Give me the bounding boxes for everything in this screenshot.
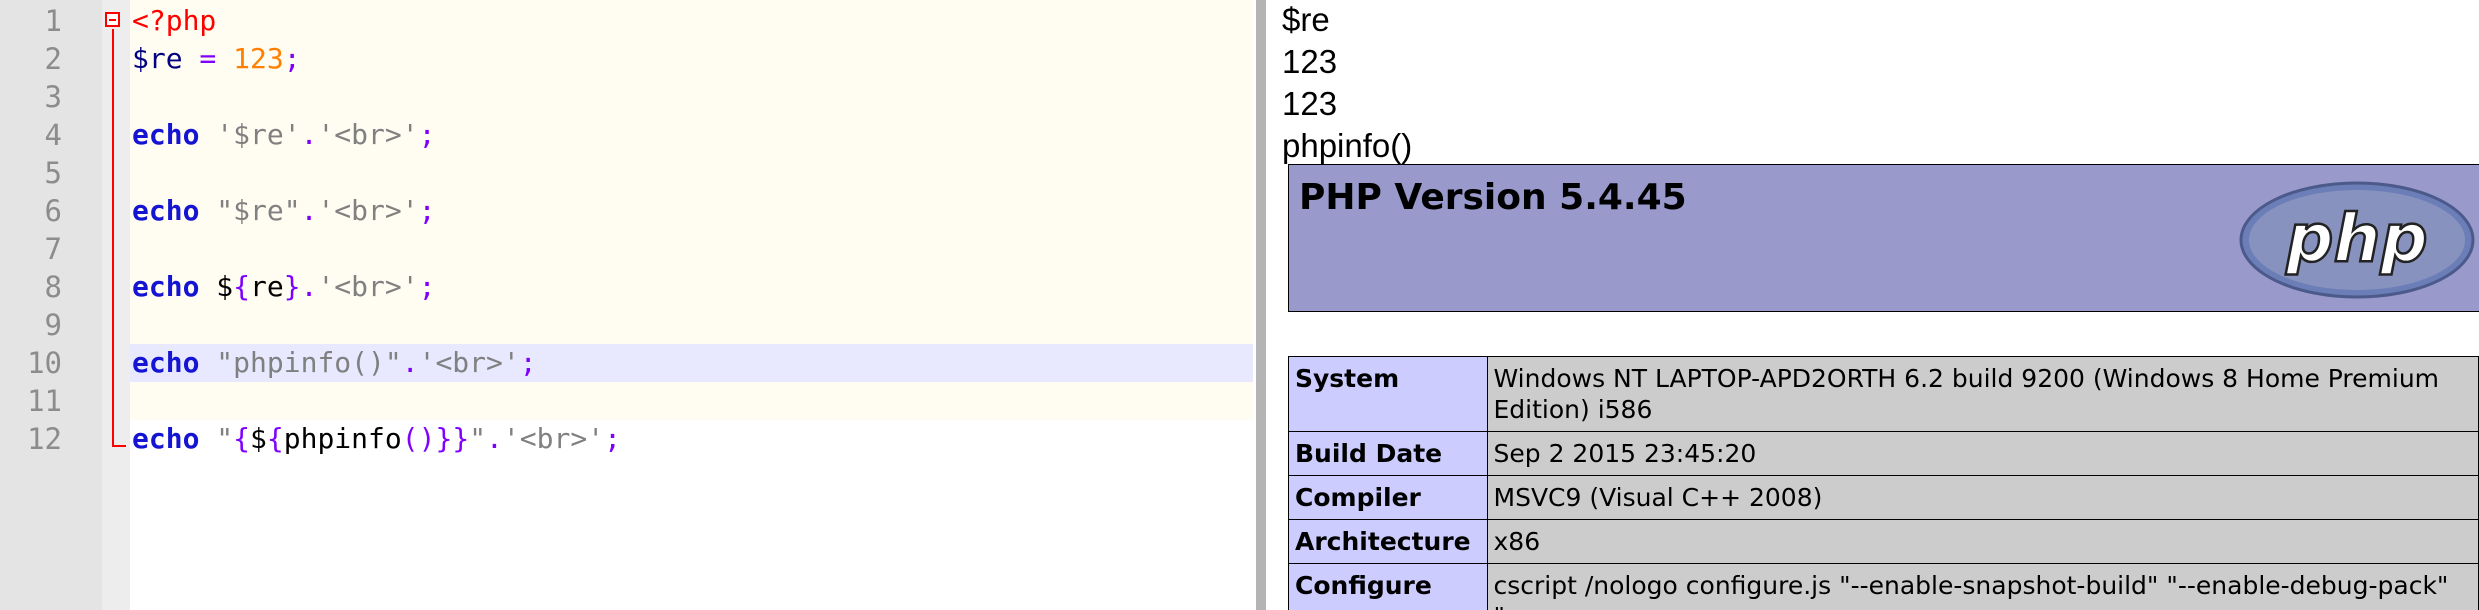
keyword-token: echo xyxy=(132,194,200,227)
semicolon-token: ; xyxy=(604,422,621,455)
code-text: echo "$re".'<br>'; xyxy=(132,192,435,230)
row-key: Configure xyxy=(1288,563,1488,610)
brace-token: } xyxy=(435,422,453,455)
function-token: phpinfo xyxy=(283,422,402,455)
keyword-token: echo xyxy=(132,270,200,303)
semicolon-token: ; xyxy=(283,42,301,75)
code-line[interactable]: 6 echo "$re".'<br>'; xyxy=(0,192,1256,230)
string-token: " xyxy=(469,422,487,455)
line-number: 1 xyxy=(44,4,62,38)
dollar-token: $ xyxy=(250,422,267,455)
pane-splitter[interactable] xyxy=(1256,0,1266,610)
semicolon-token: ; xyxy=(519,346,537,379)
code-editor[interactable]: 1 <?php 2 $re = 123; 3 4 echo '$re'.'<br… xyxy=(0,0,1256,610)
row-value: x86 xyxy=(1486,519,2479,564)
brace-token: { xyxy=(233,422,251,455)
code-line[interactable]: 2 $re = 123; xyxy=(0,40,1256,78)
row-value: cscript /nologo configure.js "--enable-s… xyxy=(1486,563,2479,610)
line-number: 10 xyxy=(27,346,62,380)
line-number: 6 xyxy=(44,194,62,228)
code-line[interactable]: 9 xyxy=(0,306,1256,344)
code-text: echo '$re'.'<br>'; xyxy=(132,116,435,154)
string-token: '<br>' xyxy=(317,118,419,151)
line-number: 8 xyxy=(44,270,62,304)
row-value: Sep 2 2015 23:45:20 xyxy=(1486,431,2479,476)
code-text: echo ${re}.'<br>'; xyxy=(132,268,435,306)
code-line[interactable]: 4 echo '$re'.'<br>'; xyxy=(0,116,1256,154)
row-key: System xyxy=(1288,356,1488,432)
semicolon-token: ; xyxy=(418,270,436,303)
line-number: 4 xyxy=(44,118,62,152)
phpinfo-header: PHP Version 5.4.45 php xyxy=(1288,164,2479,312)
operator-token: . xyxy=(300,194,318,227)
keyword-token: echo xyxy=(132,118,200,151)
line-number: 11 xyxy=(27,384,62,418)
output-line: 123 xyxy=(1282,85,1338,122)
variable-token: $re xyxy=(132,42,183,75)
string-token: "phpinfo()" xyxy=(216,346,402,379)
table-row: Compiler MSVC9 (Visual C++ 2008) xyxy=(1288,475,2479,520)
string-token: '<br>' xyxy=(317,270,419,303)
table-row: System Windows NT LAPTOP-APD2ORTH 6.2 bu… xyxy=(1288,356,2479,432)
brace-token: } xyxy=(452,422,470,455)
row-value: Windows NT LAPTOP-APD2ORTH 6.2 build 920… xyxy=(1486,356,2479,432)
keyword-token: echo xyxy=(132,346,200,379)
table-row: Configure cscript /nologo configure.js "… xyxy=(1288,563,2479,610)
code-text: echo "{${phpinfo()}}".'<br>'; xyxy=(132,420,621,458)
php-version-title: PHP Version 5.4.45 xyxy=(1299,177,1687,218)
brace-token: { xyxy=(233,270,251,303)
php-logo-text: php xyxy=(2285,200,2427,277)
row-value: MSVC9 (Visual C++ 2008) xyxy=(1486,475,2479,520)
brace-token: { xyxy=(266,422,284,455)
string-token: "$re" xyxy=(216,194,301,227)
string-token: '$re' xyxy=(216,118,301,151)
code-line-current[interactable]: 10 echo "phpinfo()".'<br>'; xyxy=(0,344,1256,382)
operator-token: . xyxy=(300,118,318,151)
line-number: 12 xyxy=(27,422,62,456)
line-number: 3 xyxy=(44,80,62,114)
string-token: " xyxy=(216,422,234,455)
operator-token: . xyxy=(401,346,419,379)
line-number: 5 xyxy=(44,156,62,190)
browser-output-pane[interactable]: $re 123 123 phpinfo() PHP Version 5.4.45… xyxy=(1266,0,2479,610)
row-key: Compiler xyxy=(1288,475,1488,520)
code-line[interactable]: 7 xyxy=(0,230,1256,268)
dollar-token: $ xyxy=(216,270,234,303)
identifier-token: re xyxy=(250,270,284,303)
operator-token: . xyxy=(300,270,318,303)
output-line: $re xyxy=(1282,1,1330,38)
number-token: 123 xyxy=(233,42,284,75)
row-key: Build Date xyxy=(1288,431,1488,476)
string-token: '<br>' xyxy=(502,422,605,455)
table-row: Architecture x86 xyxy=(1288,519,2479,564)
operator-token: = xyxy=(182,42,234,75)
code-line[interactable]: 3 xyxy=(0,78,1256,116)
line-number: 7 xyxy=(44,232,62,266)
output-line: 123 xyxy=(1282,43,1338,80)
table-row: Build Date Sep 2 2015 23:45:20 xyxy=(1288,431,2479,476)
line-number: 2 xyxy=(44,42,62,76)
line-number: 9 xyxy=(44,308,62,342)
code-text: $re = 123; xyxy=(132,40,301,78)
php-logo-icon[interactable]: php xyxy=(2237,179,2477,301)
row-key: Architecture xyxy=(1288,519,1488,564)
code-text: echo "phpinfo()".'<br>'; xyxy=(132,344,537,382)
phpinfo-table: System Windows NT LAPTOP-APD2ORTH 6.2 bu… xyxy=(1288,356,2479,610)
brace-token: } xyxy=(283,270,301,303)
output-line: phpinfo() xyxy=(1282,127,1413,164)
code-line[interactable]: 12 echo "{${phpinfo()}}".'<br>'; xyxy=(0,420,1256,458)
operator-token: . xyxy=(486,422,503,455)
code-line[interactable]: 8 echo ${re}.'<br>'; xyxy=(0,268,1256,306)
php-open-tag: <?php xyxy=(132,4,217,37)
semicolon-token: ; xyxy=(418,194,436,227)
semicolon-token: ; xyxy=(418,118,436,151)
code-line[interactable]: 11 xyxy=(0,382,1256,420)
code-text: <?php xyxy=(132,2,216,40)
keyword-token: echo xyxy=(132,422,200,455)
parens-token: () xyxy=(401,422,436,455)
code-line[interactable]: 1 <?php xyxy=(0,2,1256,40)
code-line[interactable]: 5 xyxy=(0,154,1256,192)
string-token: '<br>' xyxy=(418,346,520,379)
string-token: '<br>' xyxy=(317,194,419,227)
